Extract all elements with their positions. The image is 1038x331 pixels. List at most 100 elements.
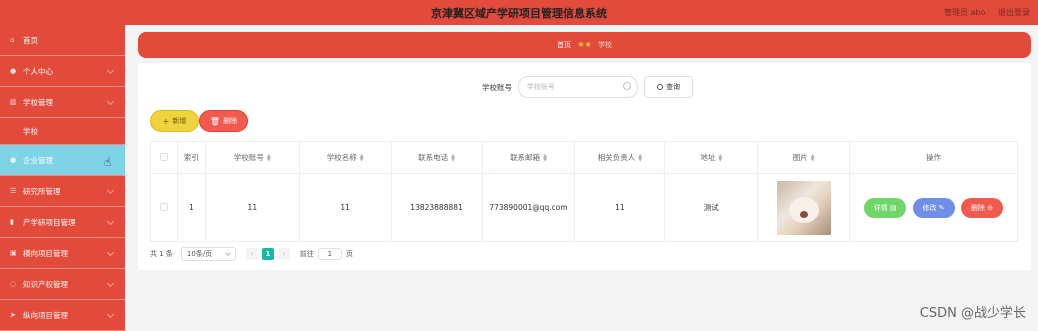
sidebar-item-vertical-project-management[interactable]: ➤ 纵向项目管理: [0, 300, 125, 331]
goto-page-input[interactable]: 1: [317, 248, 342, 260]
trash-icon: 🗑: [209, 116, 221, 126]
bank-icon: ▥: [10, 98, 17, 106]
content-panel: 学校账号 学校账号 查询 + 新增 🗑 删除 索引 学校账号 ▲ ▼ 学校名称 ▲ ▼: [138, 63, 1031, 270]
sidebar-item-label: 首页: [23, 35, 38, 45]
select-all-cell[interactable]: [150, 141, 178, 174]
search-icon: [623, 82, 631, 90]
batch-delete-button[interactable]: 🗑 删除: [199, 110, 248, 132]
sidebar-item-label: 知识产权管理: [23, 279, 68, 289]
goto-page-suffix: 页: [345, 250, 353, 258]
sidebar-item-enterprise-management[interactable]: ● 企业管理 ☝: [0, 145, 125, 176]
page-size-value: 10条/页: [186, 250, 213, 258]
sidebar-item-label: 产学研项目管理: [23, 217, 76, 227]
cell-index: 1: [176, 173, 206, 242]
row-checkbox[interactable]: [159, 202, 168, 211]
sidebar: ⌂ 首页 ● 个人中心 ▥ 学校管理 学校 ● 企业管理 ☝ ☰ 研究所管理 ▮…: [0, 25, 125, 331]
detail-button[interactable]: 详情 ▤: [864, 197, 907, 218]
column-header-actions: 操作: [849, 141, 1018, 174]
search-icon: [657, 84, 663, 90]
chart-icon: ▮: [10, 218, 14, 226]
sidebar-item-school-management[interactable]: ▥ 学校管理: [0, 87, 125, 118]
delete-button-label: 删除: [223, 117, 238, 125]
sidebar-item-ip-management[interactable]: ◌ 知识产权管理: [0, 269, 125, 300]
sort-icon[interactable]: ▲ ▼: [267, 154, 271, 163]
column-header-label: 图片: [792, 153, 808, 162]
edit-button[interactable]: 修改 ✎: [912, 197, 955, 218]
sort-icon[interactable]: ▲ ▼: [451, 154, 455, 163]
column-header-email[interactable]: 联系邮箱 ▲ ▼: [481, 141, 576, 174]
next-page-button[interactable]: ›: [277, 248, 290, 260]
image-icon: ▣: [10, 249, 17, 257]
sort-icon[interactable]: ▲ ▼: [638, 154, 642, 163]
sidebar-item-profile[interactable]: ● 个人中心: [0, 56, 125, 87]
chevron-down-icon: [106, 310, 115, 319]
chevron-down-icon: [106, 217, 115, 226]
page-number-current[interactable]: 1: [261, 248, 274, 260]
pager-total: 共 1 条: [150, 250, 173, 258]
send-icon: ➤: [10, 311, 16, 319]
cell-account: 11: [204, 173, 300, 242]
list-icon: ☰: [10, 187, 17, 195]
user-icon: ●: [10, 156, 17, 164]
chevron-down-icon: [106, 186, 115, 195]
document-icon: ▤: [889, 203, 897, 212]
sidebar-item-iur-project-management[interactable]: ▮ 产学研项目管理: [0, 207, 125, 238]
sidebar-item-home[interactable]: ⌂ 首页: [0, 25, 125, 56]
sidebar-item-label: 研究所管理: [23, 186, 61, 196]
cell-actions: 详情 ▤ 修改 ✎ 删除 ⊖: [849, 173, 1018, 242]
column-header-name[interactable]: 学校名称 ▲ ▼: [298, 141, 392, 174]
add-button[interactable]: + 新增: [150, 110, 199, 132]
page-size-select[interactable]: 10条/页: [180, 247, 236, 261]
sidebar-item-label: 横向项目管理: [23, 248, 68, 258]
pagination: 共 1 条 10条/页 ‹ 1 › 前往 1 页: [150, 247, 353, 261]
cat-face-shape: [788, 196, 819, 223]
chevron-down-icon: [106, 248, 115, 257]
user-area: 管理员 abo 退出登录: [934, 7, 1030, 18]
select-all-checkbox[interactable]: [159, 152, 168, 161]
sort-icon[interactable]: ▲ ▼: [718, 154, 722, 163]
sort-icon[interactable]: ▲ ▼: [360, 154, 364, 163]
chevron-down-icon: [106, 279, 115, 288]
column-header-label: 联系电话: [418, 153, 449, 162]
school-photo[interactable]: [776, 180, 831, 235]
query-button[interactable]: 查询: [644, 76, 693, 98]
app-title: 京津冀区域产学研项目管理信息系统: [431, 7, 607, 20]
column-header-owner[interactable]: 相关负责人 ▲ ▼: [574, 141, 666, 174]
detail-button-label: 详情: [873, 203, 888, 212]
sort-icon[interactable]: ▲ ▼: [811, 154, 815, 163]
search-bar: 学校账号 学校账号 查询: [482, 76, 693, 98]
column-header-label: 联系邮箱: [510, 153, 541, 162]
school-account-search-input[interactable]: 学校账号: [518, 76, 638, 98]
hand-cursor-icon: ☝: [104, 155, 112, 169]
home-icon: ⌂: [10, 36, 15, 44]
circle-icon: ◌: [10, 280, 17, 288]
column-header-address[interactable]: 地址 ▲ ▼: [664, 141, 759, 174]
logout-link[interactable]: 退出登录: [998, 8, 1030, 17]
cell-address: 测试: [664, 173, 759, 242]
column-header-image[interactable]: 图片 ▲ ▼: [757, 141, 851, 174]
cell-name: 11: [298, 173, 392, 242]
star-separator-icon: ★★: [577, 40, 592, 49]
user-icon: ●: [10, 67, 17, 75]
watermark: CSDN @战少学长: [919, 306, 1026, 321]
goto-label: 前往: [299, 250, 314, 258]
sidebar-item-horizontal-project-management[interactable]: ▣ 横向项目管理: [0, 238, 125, 269]
chevron-down-icon: [106, 97, 115, 106]
column-header-label: 地址: [700, 153, 716, 162]
search-label: 学校账号: [482, 82, 512, 92]
edit-button-label: 修改: [922, 203, 937, 212]
chevron-down-icon: [106, 66, 115, 75]
column-header-phone[interactable]: 联系电话 ▲ ▼: [390, 141, 483, 174]
cell-image: [757, 173, 851, 242]
sort-icon[interactable]: ▲ ▼: [543, 154, 547, 163]
search-placeholder: 学校账号: [527, 83, 555, 91]
row-select-cell[interactable]: [150, 173, 178, 242]
row-delete-button[interactable]: 删除 ⊖: [960, 197, 1003, 218]
prev-page-button[interactable]: ‹: [245, 248, 258, 260]
breadcrumb-home[interactable]: 首页: [557, 41, 571, 49]
sidebar-subitem-school[interactable]: 学校: [0, 118, 125, 145]
cell-phone: 13823888881: [390, 173, 483, 242]
column-header-account[interactable]: 学校账号 ▲ ▼: [204, 141, 300, 174]
column-header-label: 相关负责人: [597, 153, 636, 162]
sidebar-item-institute-management[interactable]: ☰ 研究所管理: [0, 176, 125, 207]
